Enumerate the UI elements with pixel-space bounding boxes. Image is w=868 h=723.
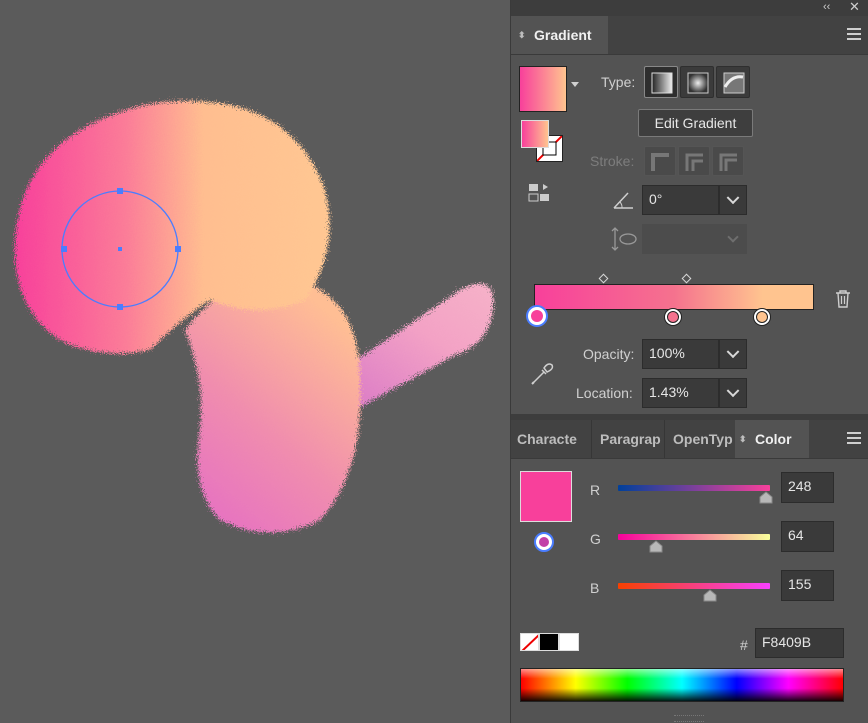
tab-paragraph[interactable]: Paragrap: [591, 420, 669, 458]
updown-icon: ⬍: [739, 434, 747, 444]
none-color-swatch[interactable]: [520, 633, 539, 651]
freeform-gradient-button[interactable]: [716, 66, 750, 98]
aspect-ratio-icon: [610, 226, 638, 252]
opacity-field[interactable]: 100%: [642, 339, 719, 369]
aspect-ratio-field[interactable]: [642, 224, 747, 254]
panel-menu-icon[interactable]: [847, 432, 861, 444]
gradient-midpoint-diamond[interactable]: [681, 273, 692, 284]
tab-gradient[interactable]: ⬍ Gradient: [511, 16, 608, 54]
swatch-dropdown-icon[interactable]: [571, 82, 579, 87]
b-value-field[interactable]: 155: [781, 570, 834, 601]
gradient-slider[interactable]: [534, 284, 814, 310]
artboard-canvas[interactable]: [0, 0, 510, 723]
chevron-down-icon: [726, 384, 740, 398]
gradient-tab-bar: ⬍ Gradient: [511, 16, 868, 55]
location-dropdown-button[interactable]: [719, 378, 747, 408]
reverse-gradient-icon[interactable]: [527, 182, 551, 204]
g-value-field[interactable]: 64: [781, 521, 834, 552]
fill-swatch[interactable]: [521, 120, 549, 148]
double-chevron-icon[interactable]: ‹‹: [823, 0, 830, 14]
b-slider-track[interactable]: [618, 583, 770, 589]
gradient-midpoint-diamond[interactable]: [598, 273, 608, 284]
panel-menu-icon[interactable]: [847, 28, 861, 40]
gradient-stop[interactable]: [752, 308, 771, 326]
radial-gradient-button[interactable]: [680, 66, 714, 98]
stroke-along-icon: [685, 153, 703, 171]
r-value-field[interactable]: 248: [781, 472, 834, 503]
gradient-stop[interactable]: [664, 308, 682, 326]
type-label: Type:: [601, 74, 636, 90]
gradient-swatch[interactable]: [519, 66, 567, 112]
b-label: B: [590, 580, 600, 596]
angle-field[interactable]: 0°: [642, 185, 719, 215]
linear-gradient-icon: [651, 72, 673, 94]
tab-color[interactable]: ⬍ Color: [735, 420, 809, 458]
angle-dropdown-button[interactable]: [719, 185, 747, 215]
opacity-dropdown-button[interactable]: [719, 339, 747, 369]
properties-panel: ‹‹ ✕ ⬍ Gradient Type: Edit Gradient Stro…: [510, 0, 868, 723]
eyedropper-icon[interactable]: [529, 360, 555, 386]
stroke-within-button[interactable]: [644, 146, 676, 176]
black-color-swatch[interactable]: [539, 633, 559, 651]
stroke-across-icon: [719, 153, 737, 171]
white-color-swatch[interactable]: [559, 633, 579, 651]
tab-opentype[interactable]: OpenTyp: [664, 420, 743, 458]
r-label: R: [590, 482, 601, 498]
angle-icon: [611, 188, 635, 212]
g-label: G: [590, 531, 601, 547]
freeform-gradient-icon: [723, 72, 745, 94]
chevron-down-icon: [726, 191, 740, 205]
opacity-label: Opacity:: [583, 346, 635, 362]
chevron-down-icon: [726, 345, 740, 359]
g-slider-track[interactable]: [618, 534, 770, 540]
color-spectrum[interactable]: [520, 668, 844, 702]
location-field[interactable]: 1.43%: [642, 378, 719, 408]
location-label: Location:: [576, 385, 633, 401]
hex-value-field[interactable]: F8409B: [755, 628, 844, 658]
close-icon[interactable]: ✕: [849, 0, 860, 14]
gradient-stop-indicator[interactable]: [534, 532, 554, 552]
panel-top-strip: ‹‹ ✕: [511, 0, 868, 16]
linear-gradient-button[interactable]: [644, 66, 678, 98]
gradient-stop-selected[interactable]: [525, 305, 548, 327]
stroke-label: Stroke:: [590, 153, 635, 169]
updown-icon: ⬍: [518, 30, 526, 40]
stroke-across-button[interactable]: [712, 146, 744, 176]
radial-gradient-icon: [687, 72, 709, 94]
edit-gradient-button[interactable]: Edit Gradient: [638, 109, 753, 137]
current-color-swatch[interactable]: [520, 471, 572, 522]
hash-label: #: [740, 637, 748, 653]
delete-stop-icon[interactable]: [834, 289, 852, 309]
resize-grip[interactable]: [674, 715, 704, 722]
stroke-within-icon: [651, 153, 669, 171]
tab-color-label: Color: [755, 431, 792, 447]
r-slider-track[interactable]: [618, 485, 770, 491]
chevron-down-icon: [727, 231, 739, 243]
color-tab-bar: Characte Paragrap OpenTyp ⬍ Color: [511, 420, 868, 459]
fur-artwork[interactable]: [0, 0, 510, 723]
tab-character[interactable]: Characte: [517, 420, 585, 458]
stroke-along-button[interactable]: [678, 146, 710, 176]
tab-gradient-label: Gradient: [534, 27, 592, 43]
